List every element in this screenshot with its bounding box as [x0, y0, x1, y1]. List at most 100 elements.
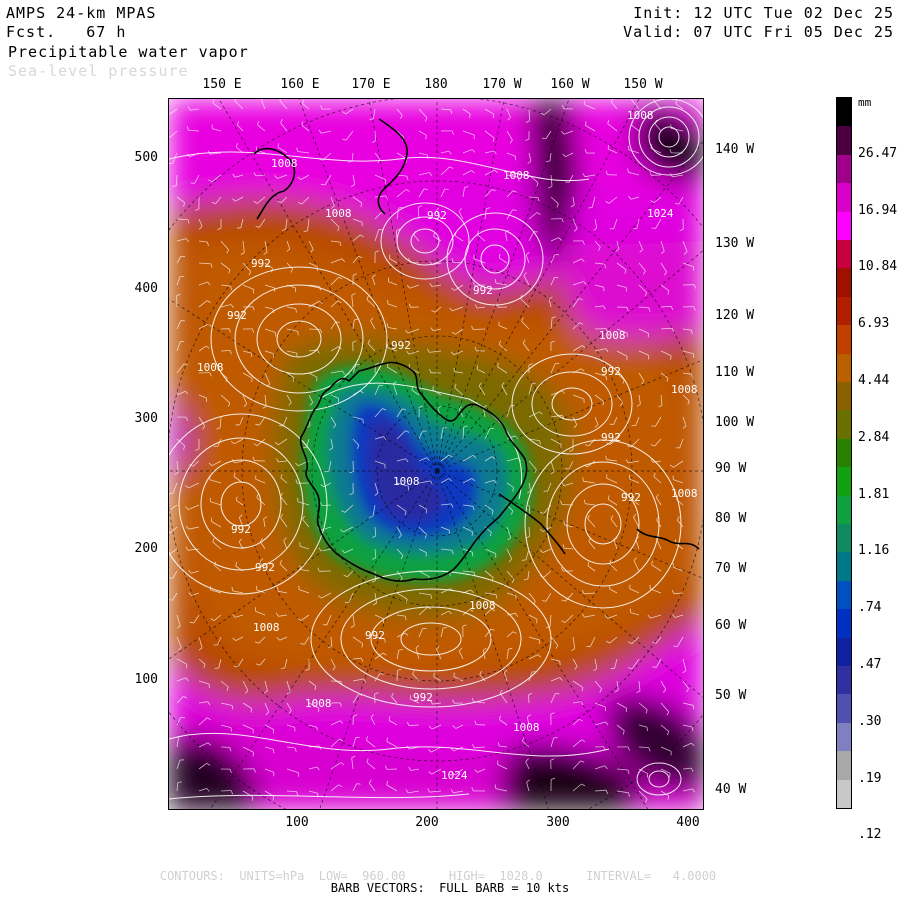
- lon-label-top: 170 W: [482, 77, 522, 92]
- field-title: Precipitable water vapor: [8, 43, 249, 61]
- lon-label-top: 160 W: [550, 77, 590, 92]
- colorbar-segment: [837, 325, 851, 355]
- colorbar-label: .19: [858, 770, 882, 786]
- colorbar-label: 2.84: [858, 429, 890, 445]
- pressure-label: 1008: [253, 621, 280, 634]
- colorbar-segment: [837, 183, 851, 213]
- colorbar-label: 10.84: [858, 259, 898, 275]
- forecast-hour: Fcst. 67 h: [6, 23, 127, 41]
- lon-label-right: 130 W: [715, 236, 755, 251]
- wind-barb-flag: [536, 619, 538, 624]
- colorbar-segment: [837, 353, 851, 383]
- grid-y-label: 100: [134, 672, 158, 687]
- overlay-title: Sea-level pressure: [8, 62, 189, 80]
- colorbar-segment: [837, 467, 851, 497]
- wind-barb: [396, 230, 398, 242]
- pressure-label: 1008: [671, 383, 698, 396]
- wind-barb: [528, 694, 530, 704]
- wind-barb-flag: [230, 727, 232, 732]
- pressure-label: 992: [255, 561, 275, 574]
- wind-barb-flag: [609, 584, 611, 589]
- colorbar-label: 16.94: [858, 202, 898, 218]
- wind-barb-flag: [324, 470, 329, 473]
- pressure-label: 992: [231, 523, 251, 536]
- colorbar-segment: [837, 410, 851, 440]
- colorbar-label: .12: [858, 827, 882, 843]
- lon-label-right: 90 W: [715, 461, 747, 476]
- colorbar-segment: [837, 154, 851, 184]
- lon-label-top: 170 E: [351, 77, 391, 92]
- wind-barb-flag: [214, 667, 219, 669]
- wind-barb-flag: [427, 154, 429, 159]
- pressure-label: 1008: [513, 721, 540, 734]
- wind-barb-flag: [565, 181, 570, 183]
- colorbar-segment: [837, 296, 851, 326]
- wind-barb: [220, 350, 231, 352]
- grid-x-label: 200: [415, 815, 439, 830]
- pressure-label: 992: [413, 691, 433, 704]
- grid-x-label: 100: [285, 815, 309, 830]
- colorbar-segment: [837, 268, 851, 298]
- colorbar-segment: [837, 694, 851, 724]
- wind-barb-flag: [362, 419, 364, 424]
- wind-barb-flag: [186, 664, 188, 669]
- colorbar-segment: [837, 779, 851, 809]
- wind-barb-flag: [316, 377, 318, 382]
- wind-barb: [473, 328, 486, 330]
- grid-y-label: 400: [134, 281, 158, 296]
- init-time: Init: 12 UTC Tue 02 Dec 25: [633, 4, 894, 22]
- grid-x-label: 300: [546, 815, 570, 830]
- lon-label-right: 140 W: [715, 142, 755, 157]
- wind-barb-flag: [317, 793, 319, 798]
- wind-barb-flag: [236, 227, 241, 229]
- pressure-label: 992: [427, 209, 447, 222]
- colorbar-segment: [837, 382, 851, 411]
- wind-barb-flag: [386, 737, 388, 742]
- wind-barb-flag: [531, 382, 536, 384]
- barb-info: BARB VECTORS: FULL BARB = 10 kts: [330, 881, 570, 895]
- valid-time: Valid: 07 UTC Fri 05 Dec 25: [623, 23, 894, 41]
- wind-barb-flag: [559, 661, 561, 666]
- pressure-label: 1008: [599, 329, 626, 342]
- pressure-label: 1008: [305, 697, 332, 710]
- colorbar-segment: [837, 666, 851, 695]
- lon-label-right: 40 W: [715, 782, 747, 797]
- lon-label-top: 160 E: [280, 77, 320, 92]
- colorbar-label: 1.81: [858, 486, 890, 502]
- colorbar-segment: [837, 495, 851, 525]
- colorbar-label: 6.93: [858, 316, 890, 332]
- wind-barb: [561, 504, 574, 506]
- colorbar-label: .74: [858, 600, 882, 616]
- pressure-label: 992: [621, 491, 641, 504]
- wind-barb-flag: [652, 666, 657, 668]
- pressure-label: 1008: [503, 169, 530, 182]
- wind-barb-flag: [626, 356, 628, 361]
- lon-label-right: 70 W: [715, 561, 747, 576]
- colorbar-segment: [837, 722, 851, 752]
- wind-barb-flag: [603, 287, 605, 292]
- colorbar-segment: [837, 438, 851, 468]
- lon-label-right: 50 W: [715, 688, 747, 703]
- colorbar-label: .30: [858, 713, 882, 729]
- lon-label-top: 150 W: [623, 77, 663, 92]
- lon-label-top: 150 E: [202, 77, 242, 92]
- grid-y-label: 500: [134, 150, 158, 165]
- wind-barb-flag: [190, 182, 195, 184]
- colorbar-segment: [837, 609, 851, 639]
- wind-barb-flag: [560, 444, 562, 449]
- colorbar-segment: [837, 552, 851, 582]
- wind-barb-flag: [280, 667, 285, 669]
- colorbar-segment: [837, 580, 851, 610]
- pressure-label: 1008: [469, 599, 496, 612]
- wind-barb-flag: [627, 168, 629, 173]
- grid-x-label: 400: [676, 815, 700, 830]
- pressure-label: 992: [365, 629, 385, 642]
- wind-barb-flag: [210, 517, 213, 522]
- colorbar-segment: [837, 211, 851, 241]
- pressure-label: 1008: [393, 475, 420, 488]
- lon-label-top: 180: [424, 77, 448, 92]
- wind-barb-flag: [646, 773, 649, 778]
- map-canvas: 1008 1008 1008 992 1008 1024 992 992 100…: [169, 99, 703, 809]
- lon-label-right: 80 W: [715, 511, 747, 526]
- pressure-label: 992: [601, 431, 621, 444]
